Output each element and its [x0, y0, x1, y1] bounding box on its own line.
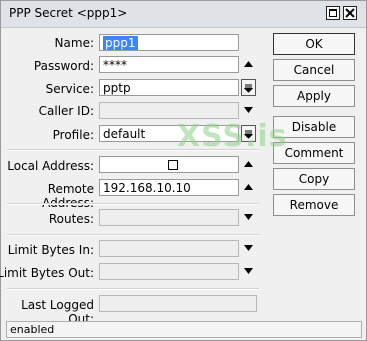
remote-address-toggle-icon[interactable] — [241, 179, 256, 196]
watermark: XSS.is — [177, 119, 288, 154]
title-bar[interactable]: PPP Secret <ppp1> — [1, 1, 366, 28]
status-bar: enabled — [6, 321, 362, 338]
remove-button[interactable]: Remove — [273, 194, 355, 216]
caller-id-dropdown-icon[interactable] — [241, 102, 256, 119]
separator — [7, 203, 259, 205]
password-label: Password: — [33, 59, 94, 73]
limit-bytes-out-dropdown-icon[interactable] — [241, 263, 256, 280]
apply-button[interactable]: Apply — [273, 85, 355, 107]
window-title: PPP Secret <ppp1> — [9, 6, 128, 20]
profile-label: Profile: — [52, 128, 94, 142]
maximize-icon[interactable] — [326, 6, 340, 20]
limit-bytes-in-label: Limit Bytes In: — [7, 243, 94, 257]
name-label: Name: — [54, 36, 94, 50]
separator — [7, 234, 259, 236]
cursor-marker — [168, 160, 178, 170]
name-value: ppp1 — [103, 36, 138, 50]
caller-id-label: Caller ID: — [38, 104, 94, 118]
service-dropdown-icon[interactable] — [241, 79, 256, 96]
separator — [7, 288, 259, 290]
name-field[interactable]: ppp1 — [99, 34, 239, 51]
routes-label: Routes: — [48, 212, 94, 226]
limit-bytes-out-label: Limit Bytes Out: — [0, 266, 94, 280]
ok-button[interactable]: OK — [273, 33, 355, 55]
password-toggle-icon[interactable] — [241, 56, 256, 73]
password-field[interactable]: **** — [99, 56, 239, 73]
service-label: Service: — [45, 82, 94, 96]
limit-bytes-in-dropdown-icon[interactable] — [241, 240, 256, 257]
copy-button[interactable]: Copy — [273, 168, 355, 190]
caller-id-field[interactable] — [99, 102, 239, 119]
last-logged-out-field — [99, 295, 257, 312]
routes-field[interactable] — [99, 209, 239, 226]
limit-bytes-out-field[interactable] — [99, 263, 239, 280]
routes-dropdown-icon[interactable] — [241, 209, 256, 226]
remote-address-label: Remote Address: — [42, 182, 94, 210]
local-address-label: Local Address: — [7, 159, 94, 173]
limit-bytes-in-field[interactable] — [99, 240, 239, 257]
close-icon[interactable] — [343, 6, 357, 20]
ppp-secret-window: PPP Secret <ppp1> Name: ppp1 Password: *… — [0, 0, 367, 341]
remote-address-field[interactable]: 192.168.10.10 — [99, 179, 239, 196]
service-field[interactable]: pptp — [99, 79, 239, 96]
cancel-button[interactable]: Cancel — [273, 59, 355, 81]
local-address-toggle-icon[interactable] — [241, 156, 256, 173]
